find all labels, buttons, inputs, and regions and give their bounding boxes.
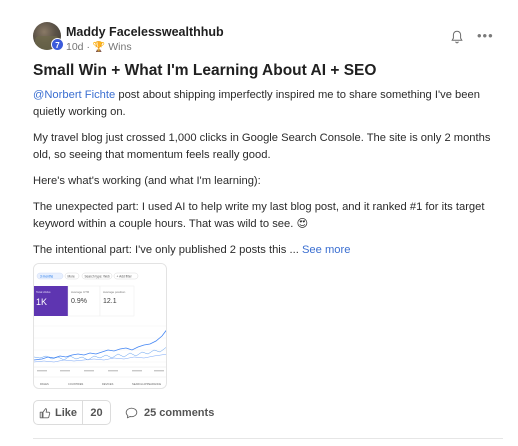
divider [33, 438, 503, 439]
post-meta: 10d · 🏆 Wins [66, 41, 132, 53]
meta-separator: · [86, 41, 90, 53]
metric-value-ctr: 0.9% [71, 298, 87, 305]
tab-countries: COUNTRIES [68, 382, 84, 386]
filter-chip-date: 3 months [40, 275, 54, 279]
comment-icon [125, 407, 138, 418]
like-button[interactable]: Like [33, 400, 83, 425]
post-card: 7 Maddy Facelesswealthhub 10d · 🏆 Wins •… [0, 0, 518, 446]
mention-link[interactable]: @Norbert Fichte [33, 89, 115, 101]
more-icon[interactable]: ••• [477, 28, 494, 43]
level-badge: 7 [51, 38, 64, 51]
metric-label-ctr: Average CTR [71, 290, 90, 294]
filter-chip-more: More [68, 275, 75, 279]
see-more-link[interactable]: See more [302, 244, 351, 256]
post-paragraph: The intentional part: I've only publishe… [33, 242, 493, 259]
post-paragraph: @Norbert Fichte post about shipping impe… [33, 87, 493, 121]
post-paragraph: Here's what's working (and what I'm lear… [33, 175, 261, 187]
author-name[interactable]: Maddy Facelesswealthhub [66, 25, 224, 39]
post-category[interactable]: Wins [108, 41, 131, 53]
comments-label: 25 comments [144, 406, 215, 419]
comments-button[interactable]: 25 comments [125, 400, 214, 425]
filter-chip-search-type: Search type: Web [85, 275, 111, 279]
post-time[interactable]: 10d [66, 41, 84, 53]
like-count[interactable]: 20 [83, 400, 111, 425]
metric-label-position: Average position [103, 290, 126, 294]
metric-value-clicks: 1K [36, 297, 47, 307]
trophy-icon: 🏆 [92, 42, 106, 53]
filter-chip-add: + Add filter [117, 275, 133, 279]
tab-devices: DEVICES [102, 382, 114, 386]
metric-label-clicks: Total clicks [36, 290, 51, 294]
paragraph-text: The intentional part: I've only publishe… [33, 244, 302, 256]
post-body: @Norbert Fichte post about shipping impe… [33, 87, 493, 268]
tab-pages: PAGES [40, 382, 49, 386]
thumbs-up-icon [39, 407, 51, 418]
like-label: Like [54, 406, 77, 419]
metric-value-position: 12.1 [103, 298, 117, 305]
bell-icon[interactable] [451, 30, 463, 44]
post-paragraph: My travel blog just crossed 1,000 clicks… [33, 132, 491, 161]
post-title: Small Win + What I'm Learning About AI +… [33, 62, 377, 79]
post-paragraph: The unexpected part: I used AI to help w… [33, 201, 485, 230]
attachment-thumbnail[interactable]: 3 months More Search type: Web + Add fil… [33, 263, 167, 389]
tab-search-appearance: SEARCH APPEARANCE [132, 382, 161, 386]
